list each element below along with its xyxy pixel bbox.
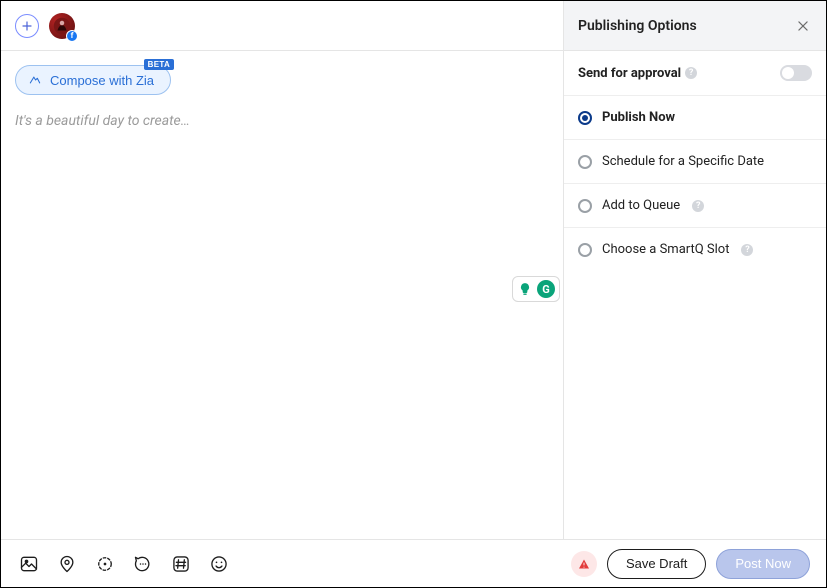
send-for-approval-label: Send for approval: [578, 66, 681, 81]
radio-icon: [578, 199, 592, 213]
option-label: Schedule for a Specific Date: [602, 154, 764, 169]
info-icon[interactable]: ?: [692, 200, 704, 212]
writing-assist-widget[interactable]: G: [512, 276, 560, 302]
option-label: Add to Queue: [602, 198, 680, 213]
add-image-button[interactable]: [19, 554, 39, 574]
close-panel-button[interactable]: [794, 17, 812, 35]
account-avatar[interactable]: f: [49, 13, 75, 39]
hashtag-button[interactable]: [171, 554, 191, 574]
radio-icon: [578, 155, 592, 169]
warning-indicator[interactable]: [571, 551, 597, 577]
send-for-approval-toggle[interactable]: [780, 65, 812, 81]
comment-button[interactable]: [133, 554, 153, 574]
radio-icon: [578, 243, 592, 257]
info-icon[interactable]: ?: [741, 244, 753, 256]
radio-icon: [578, 111, 592, 125]
beta-badge: BETA: [144, 59, 174, 70]
option-smartq-slot[interactable]: Choose a SmartQ Slot ?: [564, 228, 826, 271]
suggestion-icon: [517, 281, 533, 297]
option-add-to-queue[interactable]: Add to Queue ?: [564, 184, 826, 228]
emoji-button[interactable]: [209, 554, 229, 574]
add-account-button[interactable]: [15, 14, 39, 38]
option-label: Choose a SmartQ Slot: [602, 242, 729, 257]
post-composer[interactable]: It's a beautiful day to create…: [1, 95, 563, 539]
target-button[interactable]: [95, 554, 115, 574]
publish-options-list: Publish Now Schedule for a Specific Date…: [564, 96, 826, 271]
compose-with-zia-button[interactable]: Compose with Zia BETA: [15, 65, 171, 95]
zia-icon: [28, 73, 42, 87]
save-draft-button[interactable]: Save Draft: [607, 549, 706, 579]
option-publish-now[interactable]: Publish Now: [564, 96, 826, 140]
option-schedule-date[interactable]: Schedule for a Specific Date: [564, 140, 826, 184]
info-icon[interactable]: ?: [685, 67, 697, 79]
compose-with-zia-label: Compose with Zia: [50, 73, 154, 88]
facebook-badge-icon: f: [66, 30, 78, 42]
add-location-button[interactable]: [57, 554, 77, 574]
panel-title: Publishing Options: [578, 18, 697, 34]
option-label: Publish Now: [602, 110, 675, 125]
post-now-button[interactable]: Post Now: [716, 549, 810, 579]
grammarly-icon: G: [537, 280, 555, 298]
